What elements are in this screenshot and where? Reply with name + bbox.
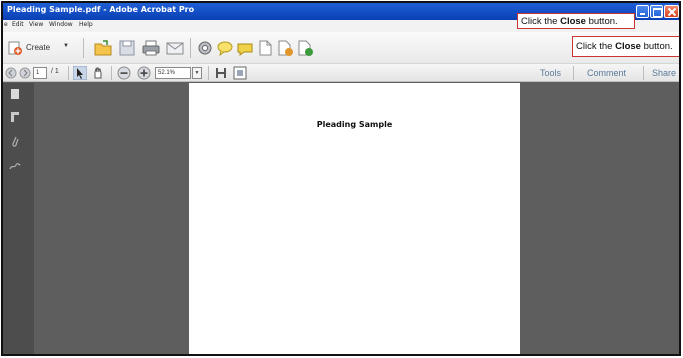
navigation-toolbar: 1 / 1 52.1% ▼ Tools Comment Share xyxy=(3,64,679,82)
previous-page-icon[interactable] xyxy=(5,67,17,79)
tools-pane-button[interactable]: Tools xyxy=(540,68,561,78)
page-number-input[interactable]: 1 xyxy=(33,67,47,79)
print-icon[interactable] xyxy=(142,39,160,57)
callout-text: Click the xyxy=(521,16,561,27)
select-cursor-icon[interactable] xyxy=(73,66,87,80)
toolbar-divider xyxy=(643,66,644,80)
zoom-out-icon[interactable] xyxy=(117,66,131,80)
pdf-page: Pleading Sample xyxy=(189,83,520,354)
document-share-icon[interactable] xyxy=(296,39,314,57)
toolbar-divider xyxy=(68,66,69,80)
comment-pane-button[interactable]: Comment xyxy=(587,68,626,78)
document-heading: Pleading Sample xyxy=(316,120,393,129)
bookmarks-icon[interactable] xyxy=(10,111,20,123)
save-icon[interactable] xyxy=(118,39,136,57)
zoom-level-input[interactable]: 52.1% xyxy=(155,67,191,79)
fit-width-icon[interactable] xyxy=(214,66,228,80)
maximize-button[interactable] xyxy=(650,5,663,18)
chevron-down-icon: ▼ xyxy=(63,43,69,49)
document-icon[interactable] xyxy=(256,39,274,57)
navigation-pane xyxy=(3,83,34,354)
close-button-tooltip: Click the Close button. xyxy=(572,36,679,57)
menu-view[interactable]: View xyxy=(29,21,43,28)
attachments-icon[interactable] xyxy=(10,135,20,149)
next-page-icon[interactable] xyxy=(19,67,31,79)
toolbar-divider xyxy=(573,66,574,80)
toolbar-divider xyxy=(111,66,112,80)
highlight-icon[interactable] xyxy=(236,39,254,57)
signatures-icon[interactable] xyxy=(9,159,21,171)
create-pdf-icon xyxy=(8,41,22,55)
menu-window[interactable]: Window xyxy=(49,21,73,28)
menu-file[interactable]: e xyxy=(4,21,8,28)
menu-edit[interactable]: Edit xyxy=(12,21,24,28)
tooltip-bold-text: Close xyxy=(615,41,641,52)
tooltip-text-end: button. xyxy=(640,41,673,52)
callout-bold-text: Close xyxy=(560,16,586,27)
window-title: Pleading Sample.pdf - Adobe Acrobat Pro xyxy=(7,5,195,14)
zoom-dropdown-button[interactable]: ▼ xyxy=(192,67,202,79)
page-total: / 1 xyxy=(51,68,59,75)
callout-text-end: button. xyxy=(585,16,618,27)
close-button-callout: Click the Close button. xyxy=(517,13,635,29)
toolbar-divider xyxy=(208,66,209,80)
toolbar-divider xyxy=(83,38,84,58)
zoom-in-icon[interactable] xyxy=(137,66,151,80)
comment-bubble-icon[interactable] xyxy=(216,39,234,57)
close-button[interactable] xyxy=(664,5,679,18)
document-export-icon[interactable] xyxy=(276,39,294,57)
hand-tool-icon[interactable] xyxy=(91,66,105,80)
fit-page-icon[interactable] xyxy=(233,66,247,80)
open-folder-icon[interactable] xyxy=(94,39,112,57)
settings-icon[interactable] xyxy=(196,39,214,57)
menu-help[interactable]: Help xyxy=(79,21,93,28)
minimize-button[interactable] xyxy=(636,5,649,18)
create-label: Create xyxy=(26,43,51,52)
toolbar-divider xyxy=(190,38,191,58)
tooltip-text: Click the xyxy=(576,41,616,52)
page-thumbnails-icon[interactable] xyxy=(10,88,20,100)
email-icon[interactable] xyxy=(166,39,184,57)
share-pane-button[interactable]: Share xyxy=(652,68,676,78)
acrobat-window: Pleading Sample.pdf - Adobe Acrobat Pro … xyxy=(1,1,681,356)
